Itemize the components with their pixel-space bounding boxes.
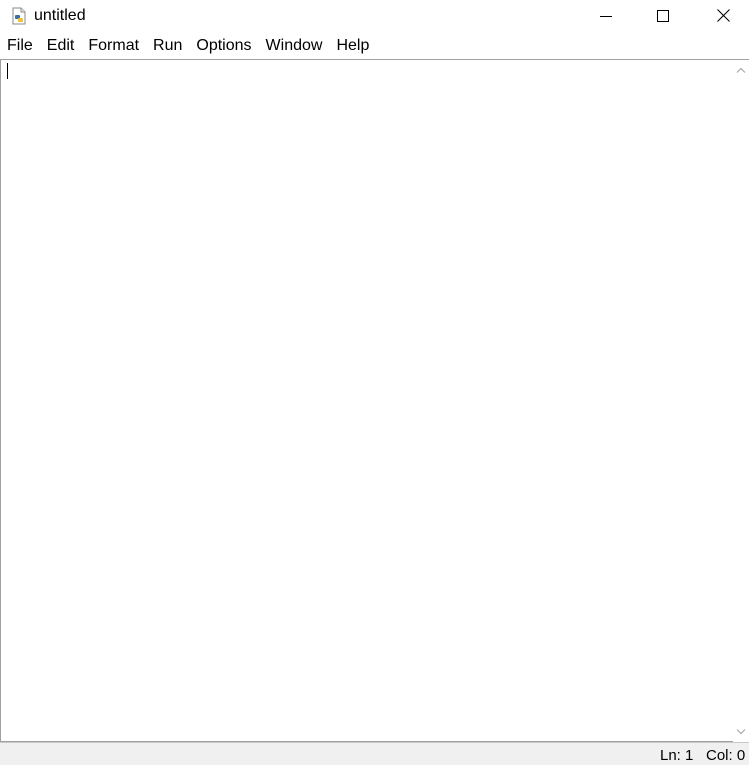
python-file-icon [10, 7, 28, 25]
scroll-down-button[interactable] [733, 724, 749, 740]
chevron-down-icon [736, 729, 746, 735]
status-line-number: Ln: 1 [660, 747, 694, 764]
status-column-number: Col: 0 [706, 747, 746, 764]
menu-edit[interactable]: Edit [40, 34, 82, 58]
menu-bar: File Edit Format Run Options Window Help [0, 34, 749, 58]
status-bar: Ln: 1 Col: 0 [0, 742, 749, 765]
menu-options[interactable]: Options [189, 34, 258, 58]
chevron-up-icon [736, 67, 746, 73]
vertical-scrollbar[interactable] [733, 59, 749, 742]
idle-editor-window: untitled File Edit Format Run Options Wi… [0, 0, 749, 765]
maximize-button[interactable] [640, 0, 686, 31]
menu-window[interactable]: Window [259, 34, 330, 58]
text-caret [7, 63, 8, 79]
minimize-icon [600, 15, 612, 17]
title-bar: untitled [0, 0, 749, 32]
menu-file[interactable]: File [0, 34, 40, 58]
scroll-up-button[interactable] [733, 62, 749, 78]
maximize-icon [657, 9, 669, 22]
menu-help[interactable]: Help [329, 34, 376, 58]
menu-format[interactable]: Format [81, 34, 146, 58]
code-editor-area[interactable] [0, 59, 733, 742]
close-button[interactable] [700, 0, 746, 31]
window-title: untitled [34, 7, 86, 24]
menu-run[interactable]: Run [146, 34, 189, 58]
minimize-button[interactable] [583, 0, 629, 31]
close-icon [716, 9, 730, 22]
